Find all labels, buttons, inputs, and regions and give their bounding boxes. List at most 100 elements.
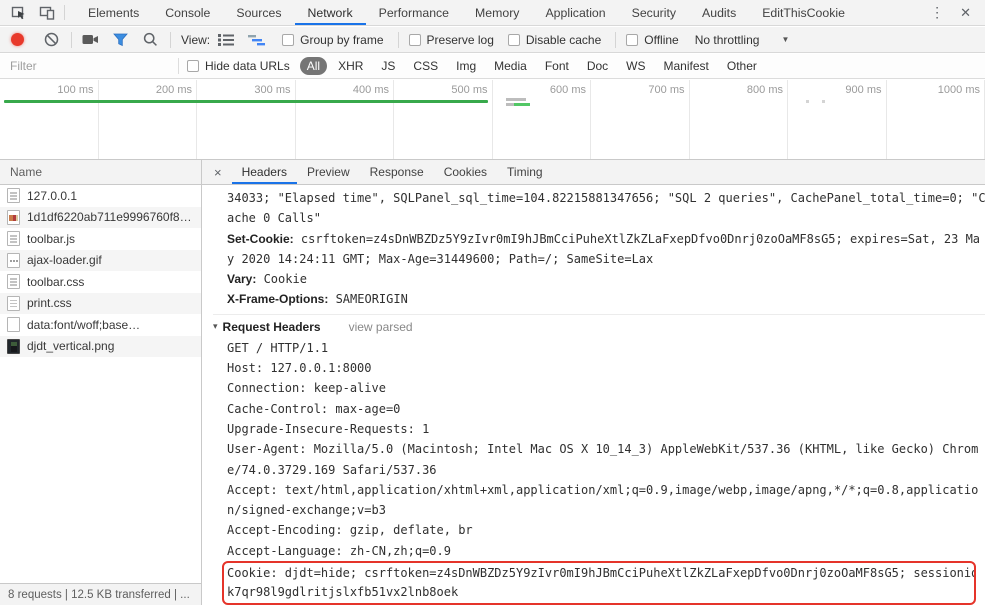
request-row[interactable]: djdt_vertical.png	[0, 335, 201, 357]
large-request-rows-icon[interactable]	[216, 30, 236, 50]
device-toolbar-icon[interactable]	[38, 4, 56, 22]
filter-pill-other[interactable]: Other	[720, 57, 764, 75]
throttling-dropdown[interactable]: No throttling ▼	[695, 33, 790, 47]
filter-pill-img[interactable]: Img	[449, 57, 483, 75]
tab-network[interactable]: Network	[295, 0, 366, 25]
request-header-line: GET / HTTP/1.1	[227, 340, 329, 355]
close-detail-icon[interactable]: ×	[202, 160, 232, 184]
preserve-log-checkbox[interactable]	[408, 33, 421, 46]
detail-tab-response[interactable]: Response	[360, 160, 434, 184]
disclosure-triangle-icon[interactable]: ▾	[213, 321, 218, 332]
gif-file-icon	[7, 252, 20, 268]
stylesheet-file-icon	[7, 274, 20, 290]
request-row[interactable]: print.css	[0, 292, 201, 314]
filter-input[interactable]	[10, 59, 170, 73]
more-options-icon[interactable]: ⋮	[930, 4, 944, 21]
timeline-overview[interactable]: 100 ms 200 ms 300 ms 400 ms 500 ms 600 m…	[0, 80, 985, 160]
request-name: 127.0.0.1	[27, 188, 78, 203]
request-name: 1d1df6220ab711e9996760f8…	[27, 210, 192, 225]
close-devtools-icon[interactable]: ✕	[960, 5, 971, 21]
script-file-icon	[7, 231, 20, 247]
request-name: djdt_vertical.png	[27, 339, 115, 354]
filter-pill-xhr[interactable]: XHR	[331, 57, 370, 75]
header-name: Set-Cookie:	[227, 231, 294, 246]
filter-icon[interactable]	[110, 30, 130, 50]
request-headers-section[interactable]: ▾ Request Headers view parsed	[213, 313, 985, 336]
request-header-line: Upgrade-Insecure-Requests: 1	[227, 421, 430, 436]
group-by-frame-label: Group by frame	[300, 32, 384, 47]
filter-pill-ws[interactable]: WS	[619, 57, 652, 75]
request-dot	[822, 100, 825, 103]
hide-data-urls-label: Hide data URLs	[205, 59, 290, 73]
tab-console[interactable]: Console	[152, 0, 223, 25]
request-row[interactable]: toolbar.js	[0, 228, 201, 250]
tick-label: 500 ms	[451, 84, 488, 96]
filter-pill-doc[interactable]: Doc	[580, 57, 615, 75]
request-name: toolbar.js	[27, 231, 76, 246]
detail-tab-cookies[interactable]: Cookies	[434, 160, 497, 184]
search-icon[interactable]	[140, 30, 160, 50]
network-filter-bar: Hide data URLs All XHR JS CSS Img Media …	[0, 54, 985, 79]
capture-screenshots-icon[interactable]	[80, 30, 100, 50]
tick-label: 600 ms	[549, 84, 586, 96]
request-row[interactable]: 1d1df6220ab711e9996760f8…	[0, 206, 201, 228]
group-by-frame-checkbox[interactable]	[282, 33, 295, 46]
tab-security[interactable]: Security	[619, 0, 689, 25]
tab-audits[interactable]: Audits	[689, 0, 749, 25]
chevron-down-icon: ▼	[781, 35, 790, 44]
record-button[interactable]	[11, 33, 24, 46]
detail-tab-timing[interactable]: Timing	[497, 160, 553, 184]
disable-cache-label: Disable cache	[525, 32, 602, 47]
divider	[64, 5, 65, 20]
request-header-line: Connection: keep-alive	[227, 381, 386, 396]
tab-editthiscookie[interactable]: EditThisCookie	[749, 0, 858, 25]
tab-application[interactable]: Application	[532, 0, 618, 25]
divider	[615, 31, 617, 48]
disable-cache-checkbox[interactable]	[507, 33, 520, 46]
request-name: ajax-loader.gif	[27, 253, 102, 268]
offline-checkbox[interactable]	[626, 33, 639, 46]
inspect-element-icon[interactable]	[10, 4, 28, 22]
name-column-header[interactable]: Name	[0, 160, 201, 185]
waterfall-mini-bar	[506, 103, 530, 106]
request-name: toolbar.css	[27, 274, 85, 289]
header-value: 34033; "Elapsed time", SQLPanel_sql_time…	[227, 191, 985, 205]
divider	[178, 58, 179, 74]
tab-sources[interactable]: Sources	[223, 0, 294, 25]
filter-pill-font[interactable]: Font	[538, 57, 576, 75]
font-file-icon	[7, 317, 20, 333]
cookie-highlight-box: Cookie: djdt=hide; csrftoken=z4sDnWBZDz5…	[222, 561, 976, 605]
request-row[interactable]: toolbar.css	[0, 271, 201, 293]
headers-content: 34033; "Elapsed time", SQLPanel_sql_time…	[202, 185, 985, 605]
tab-performance[interactable]: Performance	[366, 0, 462, 25]
filter-pill-all[interactable]: All	[299, 57, 328, 75]
view-parsed-link[interactable]: view parsed	[349, 320, 413, 334]
document-file-icon	[7, 188, 20, 204]
detail-tab-preview[interactable]: Preview	[297, 160, 360, 184]
waterfall-mini-bar	[506, 98, 526, 101]
request-header-line: Accept-Language: zh-CN,zh;q=0.9	[227, 543, 451, 558]
request-dot	[806, 100, 809, 103]
header-value: csrftoken=z4sDnWBZDz5Y9zIvr0mI9hJBmCciPu…	[293, 231, 981, 246]
detail-tab-headers[interactable]: Headers	[232, 160, 297, 184]
hide-data-urls-checkbox[interactable]	[187, 60, 199, 72]
request-header-line: Accept-Encoding: gzip, deflate, br	[227, 523, 473, 538]
filter-pill-css[interactable]: CSS	[406, 57, 445, 75]
filter-pill-manifest[interactable]: Manifest	[657, 57, 716, 75]
request-name: data:font/woff;base…	[27, 317, 141, 332]
tab-memory[interactable]: Memory	[462, 0, 532, 25]
network-summary-bar: 8 requests | 12.5 KB transferred | ...	[0, 583, 201, 605]
tab-elements[interactable]: Elements	[75, 0, 152, 25]
request-detail-panel: × Headers Preview Response Cookies Timin…	[202, 160, 985, 605]
tick-label: 300 ms	[254, 84, 291, 96]
filter-pill-js[interactable]: JS	[374, 57, 402, 75]
clear-icon[interactable]	[41, 30, 61, 50]
filter-pill-media[interactable]: Media	[487, 57, 534, 75]
request-row[interactable]: 127.0.0.1	[0, 185, 201, 207]
request-row[interactable]: data:font/woff;base…	[0, 314, 201, 336]
request-row[interactable]: ajax-loader.gif	[0, 249, 201, 271]
image-file-icon	[7, 209, 20, 225]
header-value: y 2020 14:24:11 GMT; Max-Age=31449600; P…	[227, 251, 654, 266]
waterfall-timeline-icon[interactable]	[246, 30, 266, 50]
divider	[170, 31, 171, 48]
